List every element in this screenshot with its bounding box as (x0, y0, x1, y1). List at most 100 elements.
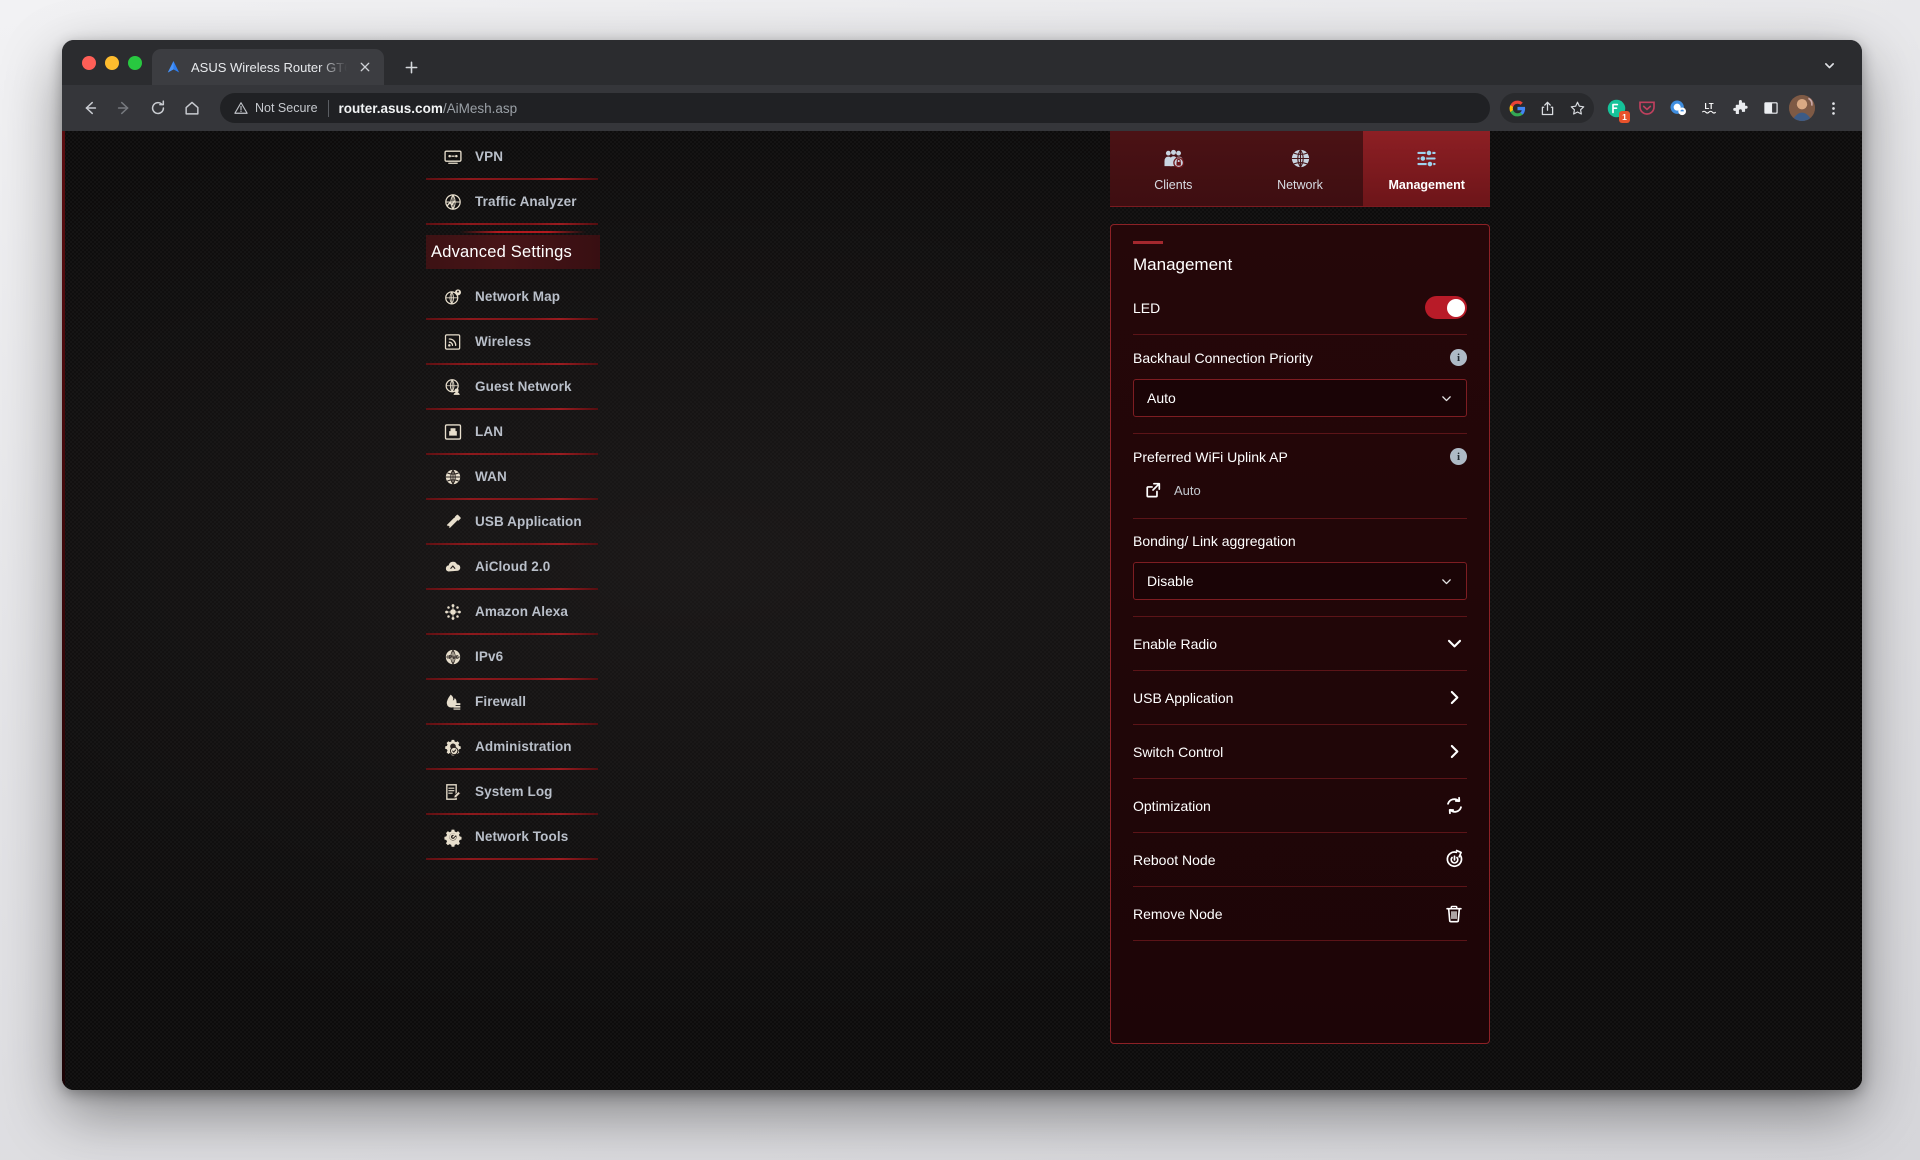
window-close-button[interactable] (82, 55, 96, 70)
profile-avatar-icon[interactable] (1787, 93, 1817, 123)
sidebar-item-aicloud[interactable]: AiCloud 2.0 (424, 545, 636, 588)
chrome-menu-icon[interactable] (1818, 93, 1848, 123)
toolbar-icon-group: 1 LT (1500, 93, 1848, 123)
tab-management[interactable]: Management (1363, 131, 1491, 206)
usb-application-row[interactable]: USB Application (1133, 671, 1467, 725)
google-icon[interactable] (1502, 93, 1532, 123)
chevron-right-icon (1441, 685, 1467, 711)
trash-icon (1441, 901, 1467, 927)
sidebar-item-label: AiCloud 2.0 (475, 559, 551, 574)
enable-radio-row[interactable]: Enable Radio (1133, 617, 1467, 671)
network-map-icon (442, 286, 464, 308)
traffic-analyzer-icon (442, 191, 464, 213)
window-minimize-button[interactable] (105, 55, 119, 70)
sidebar-item-guest-network[interactable]: Guest Network (424, 365, 636, 408)
new-tab-button[interactable] (396, 52, 426, 82)
guest-network-icon (442, 376, 464, 398)
info-icon[interactable]: i (1450, 349, 1467, 366)
sidebar-item-label: Administration (475, 739, 572, 754)
browser-tab-active[interactable]: ASUS Wireless Router GT6 - A (152, 49, 384, 85)
tab-label: Network (1277, 178, 1323, 192)
info-icon[interactable]: i (1450, 448, 1467, 465)
extensions-puzzle-icon[interactable] (1725, 93, 1755, 123)
sidebar-separator (426, 363, 598, 365)
sidebar-separator (426, 633, 598, 635)
sidebar-item-label: VPN (475, 149, 504, 164)
row-label: Remove Node (1133, 905, 1223, 922)
backhaul-priority-select[interactable]: Auto (1133, 379, 1467, 417)
sidebar-item-lan[interactable]: LAN (424, 410, 636, 453)
chevron-down-icon (1440, 575, 1453, 588)
row-label: Optimization (1133, 797, 1211, 814)
optimization-row[interactable]: Optimization (1133, 779, 1467, 833)
aimesh-tab-bar: Clients Network Management (1110, 131, 1491, 207)
sidebar-item-vpn[interactable]: VPN (424, 135, 636, 178)
share-icon[interactable] (1532, 93, 1562, 123)
sidebar-separator (426, 678, 598, 680)
page-viewport: VPN Traffic Analyzer Advanced Settings N… (62, 131, 1862, 1090)
sidebar-separator (426, 408, 598, 410)
reboot-node-row[interactable]: Reboot Node (1133, 833, 1467, 887)
sidebar-separator (426, 223, 598, 225)
preferred-uplink-value-row[interactable]: Auto (1133, 478, 1467, 502)
sidebar-item-system-log[interactable]: System Log (424, 770, 636, 813)
grammarly-extension-icon[interactable]: 1 (1601, 93, 1631, 123)
preferred-uplink-label: Preferred WiFi Uplink AP (1133, 448, 1288, 465)
management-panel: Management LED Backhaul Connection Prior… (1110, 224, 1490, 1044)
sidebar-item-traffic-analyzer[interactable]: Traffic Analyzer (424, 180, 636, 223)
sidebar-separator (426, 768, 598, 770)
sidebar-section-label: Advanced Settings (431, 242, 572, 261)
sidebar-item-wireless[interactable]: Wireless (424, 320, 636, 363)
preferred-uplink-header: Preferred WiFi Uplink AP i (1133, 448, 1467, 465)
sidebar-item-ipv6[interactable]: IPV6 IPv6 (424, 635, 636, 678)
tab-clients[interactable]: Clients (1110, 131, 1237, 206)
sidebar-separator (426, 318, 598, 320)
back-button[interactable] (74, 92, 106, 124)
bonding-label: Bonding/ Link aggregation (1133, 533, 1296, 549)
bonding-block: Bonding/ Link aggregation Disable (1133, 519, 1467, 617)
sidebar-item-wan[interactable]: WAN (424, 455, 636, 498)
side-panel-icon[interactable] (1756, 93, 1786, 123)
panel-accent-bar (1133, 241, 1163, 244)
sidebar-item-administration[interactable]: Administration (424, 725, 636, 768)
tab-network[interactable]: Network (1237, 131, 1364, 206)
administration-icon (442, 736, 464, 758)
backhaul-priority-label: Backhaul Connection Priority (1133, 349, 1313, 366)
bookmark-star-icon[interactable] (1562, 93, 1592, 123)
tab-label: Clients (1154, 178, 1193, 192)
url-host: router.asus.com (338, 100, 443, 116)
address-bar[interactable]: Not Secure router.asus.com/AiMesh.asp (220, 93, 1490, 123)
led-toggle[interactable] (1425, 296, 1467, 319)
bonding-select[interactable]: Disable (1133, 562, 1467, 600)
reload-button[interactable] (142, 92, 174, 124)
sidebar-item-amazon-alexa[interactable]: Amazon Alexa (424, 590, 636, 633)
window-maximize-button[interactable] (128, 55, 142, 70)
chevron-down-icon (1441, 631, 1467, 657)
sidebar-item-network-map[interactable]: Network Map (424, 275, 636, 318)
sidebar-item-network-tools[interactable]: Network Tools (424, 815, 636, 858)
sidebar-item-usb-application[interactable]: USB Application (424, 500, 636, 543)
reboot-icon (1441, 847, 1467, 873)
sidebar-item-firewall[interactable]: Firewall (424, 680, 636, 723)
chevron-right-icon (1441, 739, 1467, 765)
sidebar-item-label: WAN (475, 469, 507, 484)
privacy-extension-icon[interactable] (1663, 93, 1693, 123)
browser-tab-title: ASUS Wireless Router GT6 - A (191, 59, 347, 75)
sidebar-separator (426, 178, 598, 180)
pocket-extension-icon[interactable] (1632, 93, 1662, 123)
remove-node-row[interactable]: Remove Node (1133, 887, 1467, 941)
row-label: Switch Control (1133, 743, 1224, 760)
home-button[interactable] (176, 92, 208, 124)
sidebar-item-label: USB Application (475, 514, 582, 529)
not-secure-warning-icon (234, 101, 248, 115)
close-icon[interactable] (356, 58, 374, 76)
switch-control-row[interactable]: Switch Control (1133, 725, 1467, 779)
chevron-down-icon[interactable] (1816, 52, 1842, 78)
external-link-icon (1143, 480, 1163, 500)
sidebar-item-label: IPv6 (475, 649, 504, 664)
sidebar-separator (426, 723, 598, 725)
grammarly-badge-count: 1 (1619, 110, 1630, 123)
sidebar-section-advanced-settings[interactable]: Advanced Settings (426, 231, 600, 269)
forward-button[interactable] (108, 92, 140, 124)
language-tool-extension-icon[interactable]: LT (1694, 93, 1724, 123)
